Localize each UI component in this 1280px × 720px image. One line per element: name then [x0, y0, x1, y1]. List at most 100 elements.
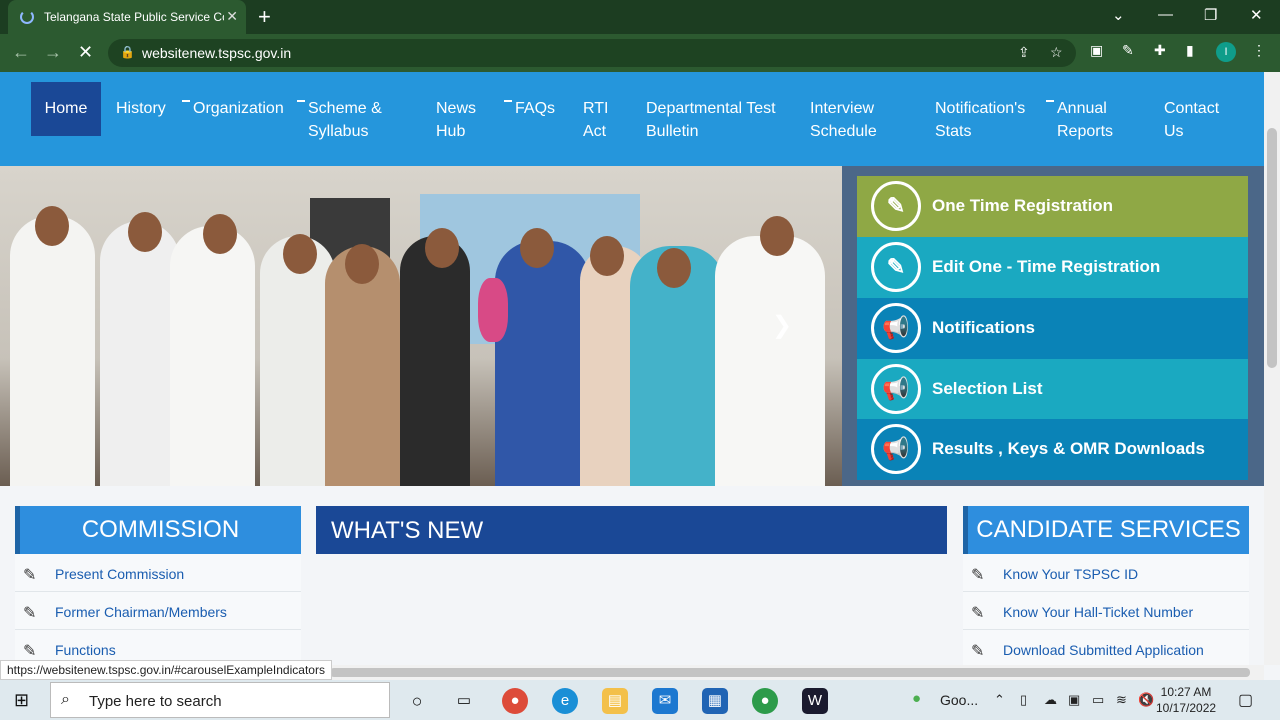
nav-label-line: Annual	[1057, 100, 1107, 117]
pen-extension-icon[interactable]: ✎	[1122, 42, 1134, 59]
minimize-icon[interactable]: —	[1158, 6, 1173, 23]
photo-bouquet	[478, 278, 508, 342]
nav-label-line: Act	[583, 123, 607, 140]
mail-icon[interactable]: ✉	[652, 688, 678, 714]
hero-carousel-photo[interactable]: ❯	[0, 166, 842, 486]
search-placeholder: Type here to search	[89, 693, 222, 710]
present-commission-link[interactable]: ✎ Present Commission	[23, 566, 184, 584]
store-icon[interactable]: ▦	[702, 688, 728, 714]
nav-interview-schedule[interactable]: Interview Schedule	[810, 97, 877, 143]
profile-avatar[interactable]: I	[1216, 42, 1236, 62]
back-icon[interactable]: ←	[12, 42, 30, 63]
notifications-button[interactable]: 📢 Notifications	[857, 298, 1248, 359]
translate-extension-icon[interactable]: ▣	[1090, 42, 1103, 59]
webex-icon[interactable]: W	[802, 688, 828, 714]
nav-rti-act[interactable]: RTI Act	[583, 97, 608, 143]
photo-person	[10, 216, 95, 486]
nav-annual-reports[interactable]: Annual Reports	[1057, 97, 1113, 143]
button-label: Notifications	[932, 318, 1035, 337]
vertical-scrollbar[interactable]	[1264, 72, 1280, 665]
edit-icon: ✎	[971, 567, 985, 584]
scrollbar-thumb[interactable]	[1267, 128, 1277, 368]
photo-face	[657, 248, 691, 288]
new-tab-icon[interactable]: +	[258, 4, 271, 30]
dropdown-marker	[297, 100, 305, 102]
photo-face	[520, 228, 554, 268]
dropdown-marker	[1046, 100, 1054, 102]
windows-start-icon[interactable]: ⊞	[14, 690, 29, 711]
close-window-icon[interactable]: ✕	[1250, 6, 1263, 24]
chevron-up-icon[interactable]: ⌃	[994, 692, 1005, 708]
restore-icon[interactable]: ❐	[1204, 6, 1217, 24]
tray-app-label[interactable]: Goo...	[940, 692, 978, 708]
forward-icon[interactable]: →	[44, 42, 62, 63]
share-icon[interactable]: ⇪	[1018, 44, 1030, 61]
nav-departmental-test-bulletin[interactable]: Departmental Test Bulletin	[646, 97, 776, 143]
battery-icon[interactable]: ▭	[1092, 692, 1104, 708]
bookmark-star-icon[interactable]: ☆	[1050, 44, 1063, 61]
browser-tab[interactable]: Telangana State Public Service Co ✕	[8, 0, 246, 34]
nav-history[interactable]: History	[116, 97, 166, 120]
nav-label-line: Syllabus	[308, 123, 369, 140]
nav-news-hub[interactable]: News Hub	[436, 97, 476, 143]
notification-center-icon[interactable]: ▢	[1238, 690, 1253, 710]
device-icon[interactable]: ▯	[1020, 692, 1027, 708]
edge-icon[interactable]: e	[552, 688, 578, 714]
nav-faqs[interactable]: FAQs	[515, 97, 555, 120]
photo-face	[760, 216, 794, 256]
know-tspsc-id-link[interactable]: ✎ Know Your TSPSC ID	[971, 566, 1139, 584]
stop-loading-icon[interactable]: ✕	[78, 42, 93, 63]
menu-kebab-icon[interactable]: ⋮	[1252, 42, 1266, 59]
nav-label-line: Stats	[935, 123, 972, 140]
taskbar-search-box[interactable]: ⌕ Type here to search	[50, 682, 390, 718]
link-status-bubble: https://websitenew.tspsc.gov.in/#carouse…	[0, 660, 332, 680]
close-tab-icon[interactable]: ✕	[226, 8, 238, 25]
wifi-icon[interactable]: ≋	[1116, 692, 1127, 708]
carousel-next-icon[interactable]: ❯	[772, 311, 792, 340]
loading-spinner-icon	[20, 10, 34, 24]
photo-face	[283, 234, 317, 274]
link-label: Know Your TSPSC ID	[1003, 566, 1139, 582]
nav-notifications-stats[interactable]: Notification's Stats	[935, 97, 1025, 143]
nav-contact-us[interactable]: Contact Us	[1164, 97, 1219, 143]
camera-icon[interactable]: ▣	[1068, 692, 1080, 708]
nav-home[interactable]: Home	[31, 82, 101, 136]
volume-muted-icon[interactable]: 🔇	[1138, 692, 1154, 708]
megaphone-icon: 📢	[871, 424, 921, 474]
know-hall-ticket-link[interactable]: ✎ Know Your Hall-Ticket Number	[971, 604, 1194, 622]
cortana-icon[interactable]: ○	[404, 688, 430, 714]
scrollbar-thumb[interactable]	[330, 668, 1250, 677]
edit-icon: ✎	[23, 567, 37, 584]
file-explorer-icon[interactable]: ▤	[602, 688, 628, 714]
nav-label-line: Scheme &	[308, 100, 382, 117]
selection-list-button[interactable]: 📢 Selection List	[857, 359, 1248, 420]
side-panel-icon[interactable]: ▮	[1186, 42, 1194, 59]
url-text: websitenew.tspsc.gov.in	[142, 45, 292, 61]
nav-label-line: RTI	[583, 100, 609, 117]
link-label: Know Your Hall-Ticket Number	[1003, 604, 1194, 620]
nav-organization[interactable]: Organization	[193, 97, 284, 120]
address-bar[interactable]: 🔒 websitenew.tspsc.gov.in ⇪ ☆	[108, 39, 1076, 67]
download-application-link[interactable]: ✎ Download Submitted Application	[971, 642, 1204, 660]
edit-icon: ✎	[971, 605, 985, 622]
one-time-registration-button[interactable]: ✎ One Time Registration	[857, 176, 1248, 237]
main-navigation: Home History Organization Scheme & Sylla…	[0, 72, 1264, 166]
system-clock[interactable]: 10:27 AM 10/17/2022	[1156, 684, 1216, 716]
photo-face	[425, 228, 459, 268]
extensions-puzzle-icon[interactable]: ✚	[1154, 42, 1166, 59]
former-chairman-link[interactable]: ✎ Former Chairman/Members	[23, 604, 227, 622]
button-label: Edit One - Time Registration	[932, 257, 1161, 276]
dropdown-marker	[182, 100, 190, 102]
functions-link[interactable]: ✎ Functions	[23, 642, 116, 660]
edit-registration-button[interactable]: ✎ Edit One - Time Registration	[857, 237, 1248, 298]
nav-scheme-syllabus[interactable]: Scheme & Syllabus	[308, 97, 382, 143]
results-keys-button[interactable]: 📢 Results , Keys & OMR Downloads	[857, 419, 1248, 480]
cloud-icon[interactable]: ☁	[1044, 692, 1057, 708]
task-view-icon[interactable]: ▭	[451, 688, 477, 714]
nav-label-line: Reports	[1057, 123, 1114, 140]
tab-search-icon[interactable]: ⌄	[1112, 6, 1125, 24]
edit-icon: ✎	[871, 181, 921, 231]
chrome-icon[interactable]: ●	[502, 688, 528, 714]
chrome-profile-icon[interactable]: ●	[752, 688, 778, 714]
leaf-app-icon[interactable]: ●	[912, 690, 921, 707]
